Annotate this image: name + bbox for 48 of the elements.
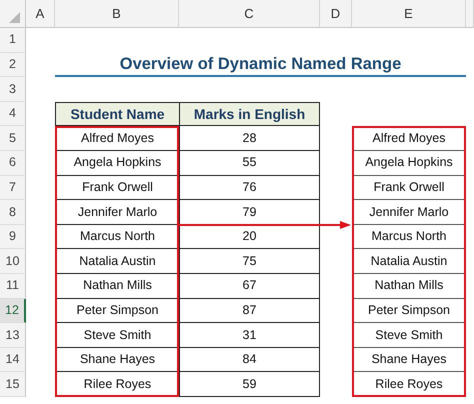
row-header[interactable]: 5	[0, 126, 26, 151]
table-cell: 75	[179, 249, 320, 274]
row-header[interactable]: 4	[0, 102, 26, 126]
column-header[interactable]: C	[179, 0, 320, 28]
table-cell: 31	[179, 323, 320, 348]
table-cell: 59	[179, 372, 320, 397]
table-cell: 20	[179, 224, 320, 250]
table-cell: Frank Orwell	[55, 176, 179, 200]
table-cell: Angela Hopkins	[55, 150, 179, 176]
column-heading: Student Name	[55, 102, 179, 126]
table-cell: 55	[179, 150, 320, 176]
row-header[interactable]: 15	[0, 372, 26, 397]
row-header[interactable]: 2	[0, 52, 26, 78]
column-header[interactable]: E	[352, 0, 466, 28]
column-header[interactable]: D	[320, 0, 352, 28]
table-cell: 87	[179, 298, 320, 324]
table-cell: 84	[179, 348, 320, 372]
table-cell: Shane Hayes	[55, 348, 179, 372]
table-cell: 76	[179, 176, 320, 200]
row-header[interactable]: 8	[0, 200, 26, 225]
sheet-title: Overview of Dynamic Named Range	[55, 52, 466, 78]
row-header[interactable]: 14	[0, 348, 26, 372]
table-cell: 79	[179, 200, 320, 225]
table-cell: Rilee Royes	[55, 372, 179, 397]
table-cell: 28	[179, 126, 320, 151]
row-header[interactable]: 3	[0, 77, 26, 102]
row-header[interactable]: 12	[0, 298, 26, 324]
row-header[interactable]: 10	[0, 249, 26, 274]
column-header[interactable]: B	[55, 0, 179, 28]
table-cell: Peter Simpson	[55, 298, 179, 324]
table-cell: Jennifer Marlo	[55, 200, 179, 225]
column-header[interactable]: A	[26, 0, 55, 28]
select-all-corner[interactable]	[0, 0, 26, 28]
row-header[interactable]: 7	[0, 176, 26, 200]
row-header[interactable]: 1	[0, 28, 26, 53]
table-cell: Natalia Austin	[55, 249, 179, 274]
column-heading: Marks in English	[179, 102, 320, 126]
row-header[interactable]: 11	[0, 274, 26, 299]
table-cell: Alfred Moyes	[55, 126, 179, 151]
triangle-icon	[9, 12, 20, 23]
row-header[interactable]: 6	[0, 150, 26, 176]
table-cell: 67	[179, 274, 320, 299]
column-header[interactable]	[466, 0, 474, 28]
row-header[interactable]: 9	[0, 224, 26, 250]
table-cell: Nathan Mills	[55, 274, 179, 299]
table-cell: Steve Smith	[55, 323, 179, 348]
table-cell: Marcus North	[55, 224, 179, 250]
row-header[interactable]: 13	[0, 323, 26, 348]
